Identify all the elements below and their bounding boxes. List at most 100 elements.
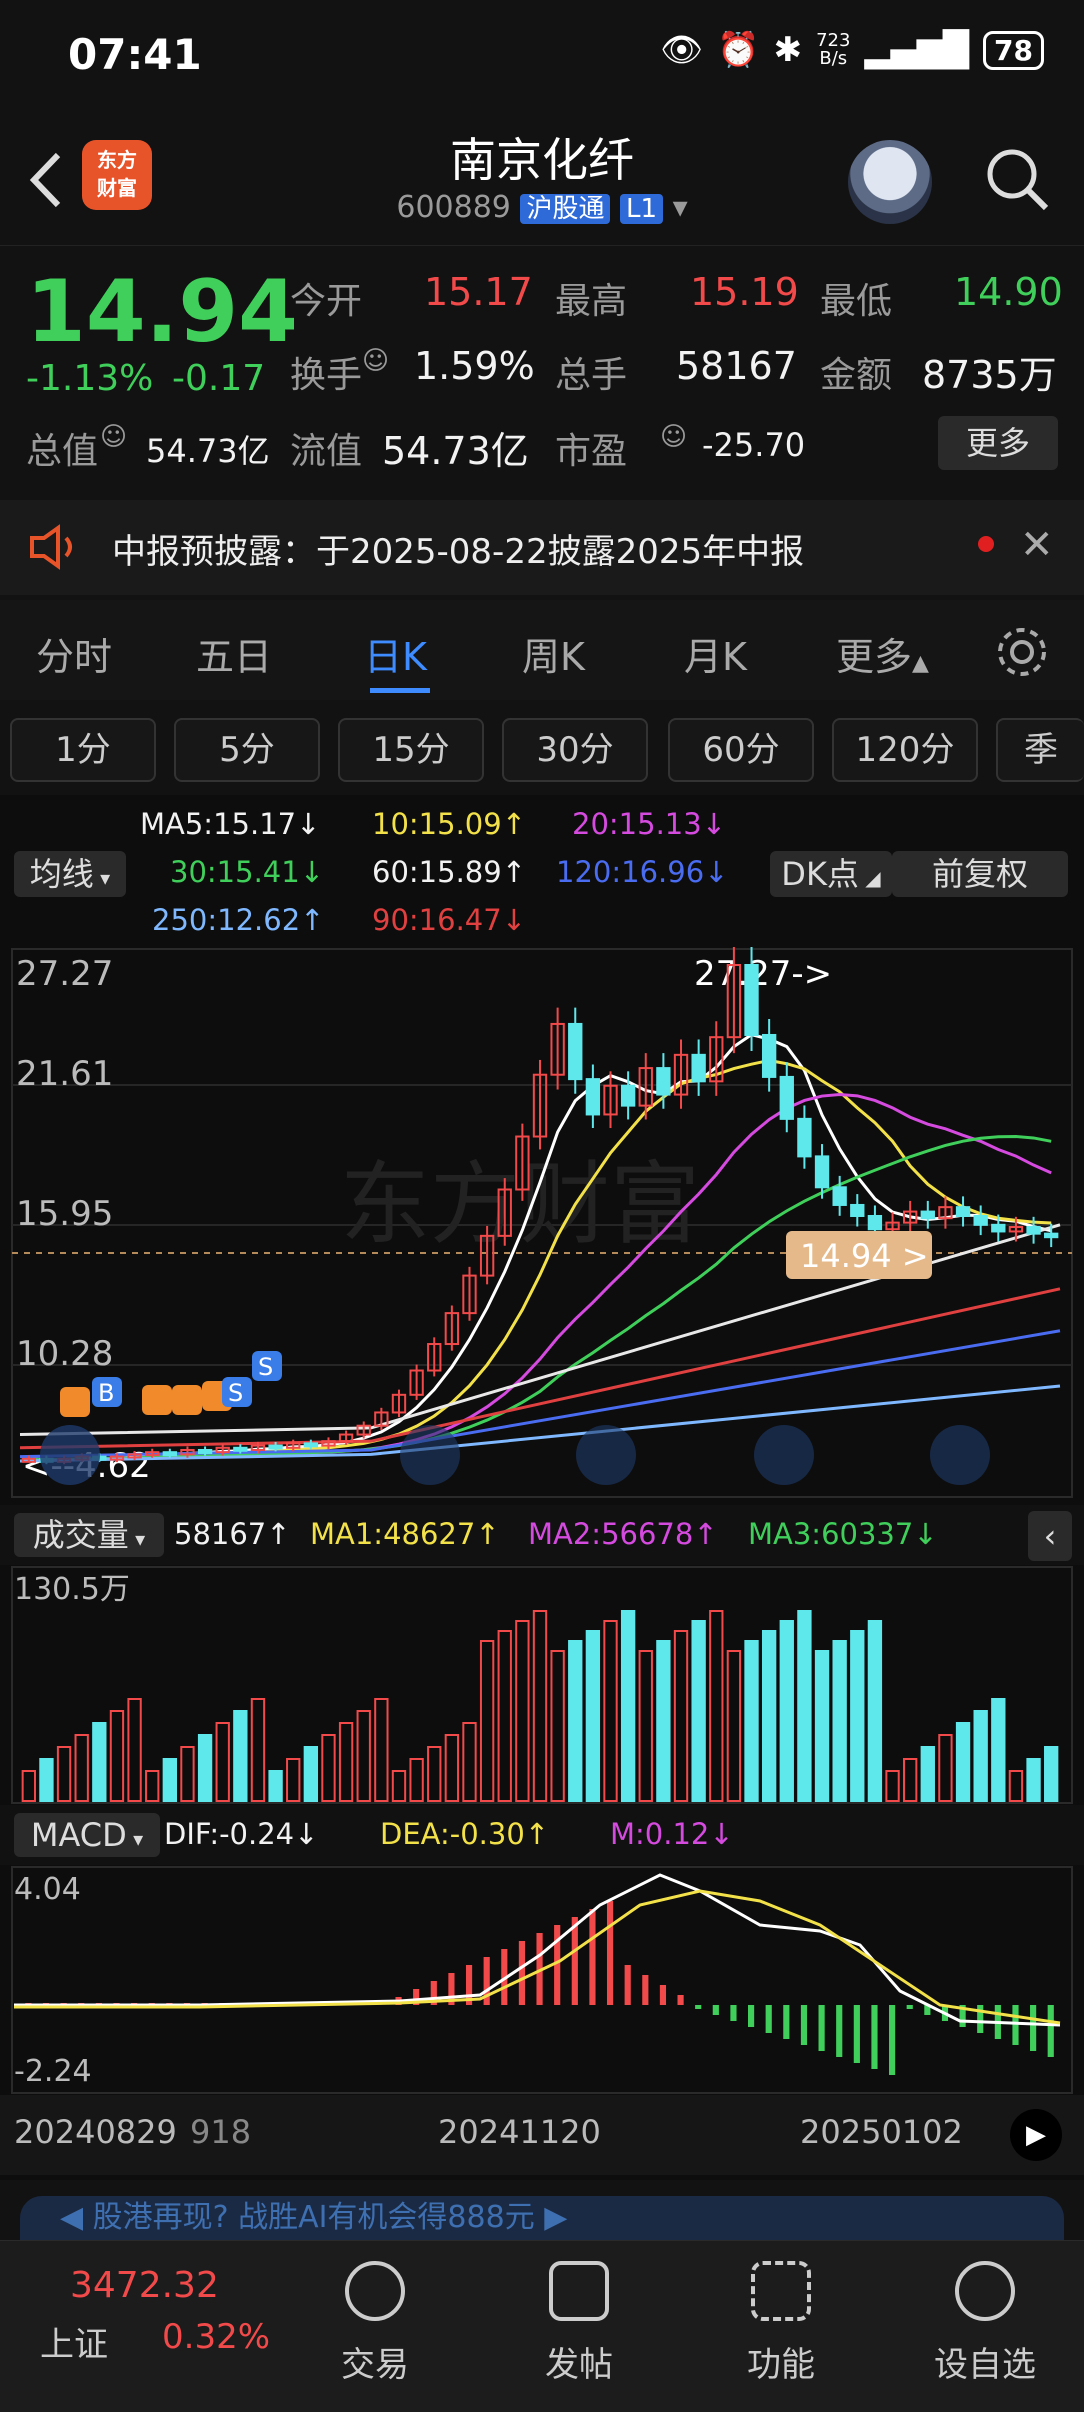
interval-30m[interactable]: 30分	[502, 718, 648, 782]
macd-bar	[836, 2005, 843, 2057]
nav-watchlist-label: 设自选	[934, 2345, 1036, 2385]
candle	[1044, 1232, 1059, 1239]
candle	[850, 1203, 865, 1217]
macd-toggle[interactable]: MACD ▾	[14, 1813, 160, 1857]
candlestick-chart[interactable]: 东方财富 27.27 21.61 15.95 10.28 27.27-> <--…	[0, 945, 1084, 1505]
index-name[interactable]: 上证	[40, 2317, 108, 2366]
eye-icon: 👁	[660, 30, 704, 70]
volume-bar	[885, 1770, 900, 1802]
adjust-button[interactable]: 前复权	[892, 851, 1068, 897]
search-icon[interactable]	[982, 144, 1052, 214]
macd-bar	[818, 2005, 825, 2051]
low-label: 最低	[820, 281, 893, 322]
macd-chart[interactable]: 4.04 -2.24	[0, 1865, 1084, 2095]
interval-15m[interactable]: 15分	[338, 718, 484, 782]
candle	[568, 1022, 583, 1081]
more-button[interactable]: 更多	[938, 416, 1058, 470]
macd-min-tick: -2.24	[14, 2054, 92, 2089]
candle	[797, 1117, 812, 1158]
last-price: 14.94	[26, 262, 299, 362]
macd-bar	[853, 2005, 860, 2063]
volume-bar	[321, 1734, 336, 1802]
ma-toggle[interactable]: 均线 ▾	[14, 851, 126, 897]
volume-bar	[991, 1698, 1006, 1802]
status-bar: 07:41 👁 ⏰ ✱ 723 B/s ▂▄▆█ 78	[0, 0, 1084, 110]
active-tab-underline	[370, 688, 430, 693]
candle	[973, 1214, 988, 1226]
play-icon[interactable]: ▶	[1010, 2109, 1062, 2161]
collapse-arrow-icon[interactable]: ‹	[1028, 1511, 1072, 1561]
dk-point-button[interactable]: DK点 ◢	[770, 851, 892, 897]
stock-header: 东方 财富 南京化纤 600889 沪股通 L1 ▾	[0, 110, 1084, 245]
kline-chart-area: MA5:15.17↓ 10:15.09↑ 20:15.13↓ 均线 ▾ 30:1…	[0, 795, 1084, 2180]
nav-watchlist[interactable]: 设自选	[910, 2251, 1060, 2386]
interval-quarter[interactable]: 季	[996, 718, 1084, 782]
caret-down-icon[interactable]: ▾	[673, 190, 688, 225]
info-icon[interactable]: ☺	[100, 422, 127, 452]
volume-bar	[391, 1770, 407, 1802]
index-change[interactable]: 0.32%	[162, 2317, 270, 2357]
nav-functions[interactable]: 功能	[706, 2251, 856, 2386]
volume-bar	[303, 1746, 319, 1802]
volume-bar	[973, 1710, 988, 1802]
nav-trade[interactable]: 交易	[300, 2251, 450, 2386]
minute-interval-bar: 1分 5分 15分 30分 60分 120分 季	[0, 712, 1084, 788]
macd-bar	[783, 2005, 790, 2039]
macd-dif: DIF:-0.24↓	[164, 1817, 319, 1851]
open-label: 今开	[290, 281, 363, 322]
macd-bar	[730, 2005, 737, 2021]
interval-120m[interactable]: 120分	[832, 718, 978, 782]
candle	[1026, 1226, 1041, 1235]
promo-banner[interactable]: ◀ 股港再现? 战胜AI有机会得888元 ▶	[20, 2196, 1064, 2240]
settings-gear-icon[interactable]	[994, 624, 1050, 680]
tab-more[interactable]: 更多▲	[836, 626, 929, 681]
tab-daily-k[interactable]: 日K	[364, 626, 427, 681]
pe-value: -25.70	[702, 426, 806, 464]
tab-weekly-k[interactable]: 周K	[522, 626, 585, 681]
assistant-robot-icon[interactable]	[848, 140, 932, 224]
ma90-label: 90:16.47↓	[372, 903, 526, 937]
volume-bar	[867, 1620, 883, 1802]
date-3: 20241120	[438, 2113, 601, 2151]
battery-indicator: 78	[983, 30, 1044, 70]
tab-intraday[interactable]: 分时	[36, 626, 112, 681]
macd-bar	[642, 1975, 649, 2005]
volume-bar	[462, 1722, 477, 1802]
close-icon[interactable]: ✕	[1020, 522, 1054, 568]
interval-5m[interactable]: 5分	[174, 718, 320, 782]
tab-monthly-k[interactable]: 月K	[684, 626, 747, 681]
tab-five-day[interactable]: 五日	[196, 626, 272, 681]
bluetooth-icon: ✱	[773, 30, 803, 70]
date-2: 918	[190, 2113, 252, 2151]
signal-icon: ▂▄▆█	[864, 30, 970, 70]
y-tick-3: 15.95	[16, 1194, 113, 1234]
volume-bar	[21, 1770, 36, 1802]
interval-60m[interactable]: 60分	[668, 718, 814, 782]
nav-post[interactable]: 发帖	[504, 2251, 654, 2386]
volume-bar	[779, 1620, 794, 1802]
candle	[920, 1210, 935, 1220]
info-icon[interactable]: ☺	[362, 346, 389, 376]
macd-bar	[712, 2005, 719, 2015]
nav-functions-label: 功能	[747, 2345, 815, 2385]
unread-dot	[978, 536, 994, 552]
notice-bar[interactable]: 中报预披露：于2025-08-22披露2025年中报 ✕	[0, 500, 1084, 595]
candle	[656, 1067, 671, 1096]
notice-text: 中报预披露：于2025-08-22披露2025年中报	[112, 532, 805, 572]
macd-bar	[1012, 2005, 1019, 2045]
candle	[814, 1155, 830, 1189]
volume-toggle[interactable]: 成交量 ▾	[14, 1513, 164, 1557]
candle	[779, 1075, 794, 1120]
volume-bar	[356, 1710, 371, 1802]
volume-chart[interactable]: 130.5万	[0, 1565, 1084, 1805]
index-value[interactable]: 3472.32	[70, 2265, 219, 2306]
interval-1m[interactable]: 1分	[10, 718, 156, 782]
date-axis: 20240829 918 20241120 20250102 ▶	[0, 2095, 1084, 2175]
macd-bar	[518, 1941, 526, 2005]
macd-m: M:0.12↓	[610, 1817, 734, 1851]
open-value: 15.17	[424, 270, 533, 314]
macd-bar	[765, 2005, 772, 2033]
volume-value: 58167	[676, 344, 797, 388]
volume-bar	[250, 1698, 266, 1802]
info-icon[interactable]: ☺	[660, 422, 687, 452]
